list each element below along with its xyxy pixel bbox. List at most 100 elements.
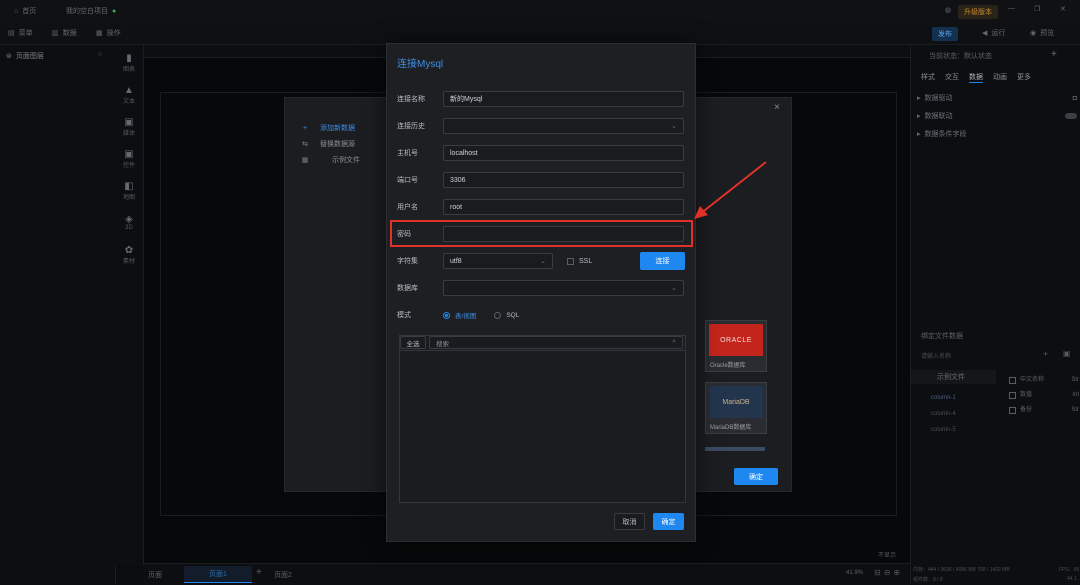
tab-animation[interactable]: 动画: [993, 72, 1007, 83]
card-scroll-hint: [705, 447, 765, 451]
home-tab[interactable]: ⌂ 首页: [14, 6, 36, 16]
add-state-icon[interactable]: +: [1051, 49, 1057, 60]
checkbox[interactable]: [1009, 377, 1016, 384]
oracle-logo: ORACLE: [709, 324, 763, 356]
tree-item[interactable]: column-1: [931, 390, 956, 406]
divider: [400, 350, 685, 351]
database-select[interactable]: ⌄: [443, 280, 684, 296]
chevron-right-icon: ▸: [917, 113, 921, 120]
ssl-label: SSL: [579, 257, 593, 265]
mariadb-card[interactable]: MariaDB MariaDB数据库: [705, 382, 767, 434]
chevron-right-icon: ▸: [917, 95, 921, 102]
mode-sql-radio[interactable]: [494, 311, 502, 319]
table-search-input[interactable]: 搜索 ⌕: [429, 336, 683, 349]
zoom-in-icon[interactable]: ⊕: [893, 568, 900, 577]
operate-icon: ▦: [96, 30, 103, 37]
toggle-switch[interactable]: [1065, 113, 1077, 119]
search-icon[interactable]: ○: [98, 51, 102, 58]
add-field-icon[interactable]: +: [1043, 349, 1048, 359]
tab-data[interactable]: 数据: [969, 72, 983, 83]
database-row: 数据库 ⌄: [397, 279, 685, 297]
page-tab-active[interactable]: 页面1: [184, 566, 252, 583]
nav-sample-file[interactable]: ▦ 示例文件: [300, 152, 360, 168]
host-input[interactable]: localhost: [443, 145, 684, 161]
datasource-confirm-button[interactable]: 确定: [734, 468, 778, 485]
checkbox[interactable]: [1009, 392, 1016, 399]
bind-file-title: 绑定文件数据: [921, 333, 963, 340]
zoom-status: 44.1: [1067, 576, 1077, 582]
zoom-controls: ⊟ ⊖ ⊕: [874, 568, 900, 577]
ssl-checkbox[interactable]: [567, 257, 574, 265]
connection-name-input[interactable]: 新的Mysql: [443, 91, 684, 107]
run-button[interactable]: ◀ 运行: [982, 28, 1005, 38]
port-row: 端口号 3306: [397, 171, 685, 189]
control-icon: ▣: [124, 148, 134, 160]
ok-button[interactable]: 确定: [653, 513, 684, 530]
history-row: 连接历史 ⌄: [397, 117, 685, 135]
checkbox[interactable]: [1009, 407, 1016, 414]
close-icon[interactable]: ×: [774, 102, 780, 113]
nav-replace-data[interactable]: ⇆ 替换数据源: [300, 136, 360, 152]
menu-operate[interactable]: ▦ 操作: [96, 28, 121, 38]
field-row[interactable]: 中文名称 Str: [1009, 373, 1079, 388]
chat-icon[interactable]: ◍: [945, 6, 951, 14]
name-label: 连接名称: [397, 96, 425, 103]
data-options: ▸ 数据驱动 ◘ ▸ 数据联动 ▸ 数据条件字段: [917, 89, 1077, 143]
tab-interaction[interactable]: 交互: [945, 72, 959, 83]
close-window-icon[interactable]: ✕: [1060, 5, 1066, 13]
mode-label: 模式: [397, 312, 411, 319]
chevron-down-icon: ⌄: [671, 285, 677, 292]
oracle-card[interactable]: ORACLE Oracle数据库: [705, 320, 767, 372]
datasource-nav: + 添加新数据 ⇆ 替换数据源 ▦ 示例文件: [300, 120, 360, 168]
minimize-icon[interactable]: —: [1008, 5, 1015, 12]
search-icon: ⌕: [672, 338, 676, 345]
port-input[interactable]: 3306: [443, 172, 684, 188]
tree-item[interactable]: column-4: [931, 406, 956, 422]
menu-data[interactable]: ▥ 数据: [52, 28, 77, 38]
preview-button[interactable]: ◉ 预览: [1030, 28, 1054, 38]
tool-chart[interactable]: ▮ 图表: [115, 49, 143, 77]
tree-item[interactable]: column-5: [931, 422, 956, 438]
tool-control[interactable]: ▣ 控件: [115, 145, 143, 173]
layer-panel: ⊜ 页面图层 ○: [0, 45, 116, 584]
page-tab[interactable]: 页面: [148, 570, 162, 580]
tree-header[interactable]: 示例文件: [911, 370, 996, 384]
hint-text: 不显示: [878, 553, 897, 559]
restore-icon[interactable]: ❐: [1034, 5, 1040, 13]
option-data-link[interactable]: ▸ 数据联动: [917, 107, 1077, 125]
tool-map[interactable]: ◧ 地图: [115, 177, 143, 205]
publish-button[interactable]: 发布: [932, 27, 958, 41]
field-search-input[interactable]: 请输入名称: [921, 351, 1031, 363]
tab-more[interactable]: 更多: [1017, 72, 1031, 83]
option-data-driven[interactable]: ▸ 数据驱动 ◘: [917, 89, 1077, 107]
cancel-button[interactable]: 取消: [614, 513, 645, 530]
zoom-out-icon[interactable]: ⊖: [884, 568, 891, 577]
tab-style[interactable]: 样式: [921, 72, 935, 83]
page-tab[interactable]: 页面2: [274, 570, 292, 580]
mode-sql-label: SQL: [506, 311, 520, 319]
select-all-button[interactable]: 全选: [400, 336, 426, 349]
tool-material[interactable]: ✿ 素材: [115, 241, 143, 269]
charset-select[interactable]: utf8 ⌄: [443, 253, 553, 269]
eye-icon: ◉: [1030, 30, 1037, 37]
field-row[interactable]: 备份 Str: [1009, 403, 1079, 418]
fps-status: FPS：60: [1059, 567, 1080, 573]
option-condition[interactable]: ▸ 数据条件字段: [917, 125, 1077, 143]
username-input[interactable]: root: [443, 199, 684, 215]
menu-file[interactable]: ▤ 菜单: [8, 28, 33, 38]
upgrade-badge[interactable]: 升级版本: [958, 5, 998, 19]
tool-3d[interactable]: ◈ 3D: [115, 209, 143, 237]
field-row[interactable]: 数值 Int: [1009, 388, 1079, 403]
nav-add-data[interactable]: + 添加新数据: [300, 120, 360, 136]
connect-button[interactable]: 连接: [640, 252, 685, 270]
connection-history-select[interactable]: ⌄: [443, 118, 684, 134]
project-tab[interactable]: 我的空白项目 ●: [66, 6, 116, 16]
tool-media[interactable]: ▣ 媒体: [115, 113, 143, 141]
add-page-icon[interactable]: +: [256, 567, 262, 578]
fit-icon[interactable]: ⊟: [874, 568, 881, 577]
tool-text[interactable]: ▲ 文本: [115, 81, 143, 109]
map-icon: ◧: [124, 180, 134, 192]
page-bar: 页面 页面1 + 页面2 41.9% ⊟ ⊖ ⊕ 不显示: [144, 553, 910, 585]
grid-icon[interactable]: ▣: [1063, 349, 1071, 358]
mode-table-radio[interactable]: [443, 311, 450, 319]
